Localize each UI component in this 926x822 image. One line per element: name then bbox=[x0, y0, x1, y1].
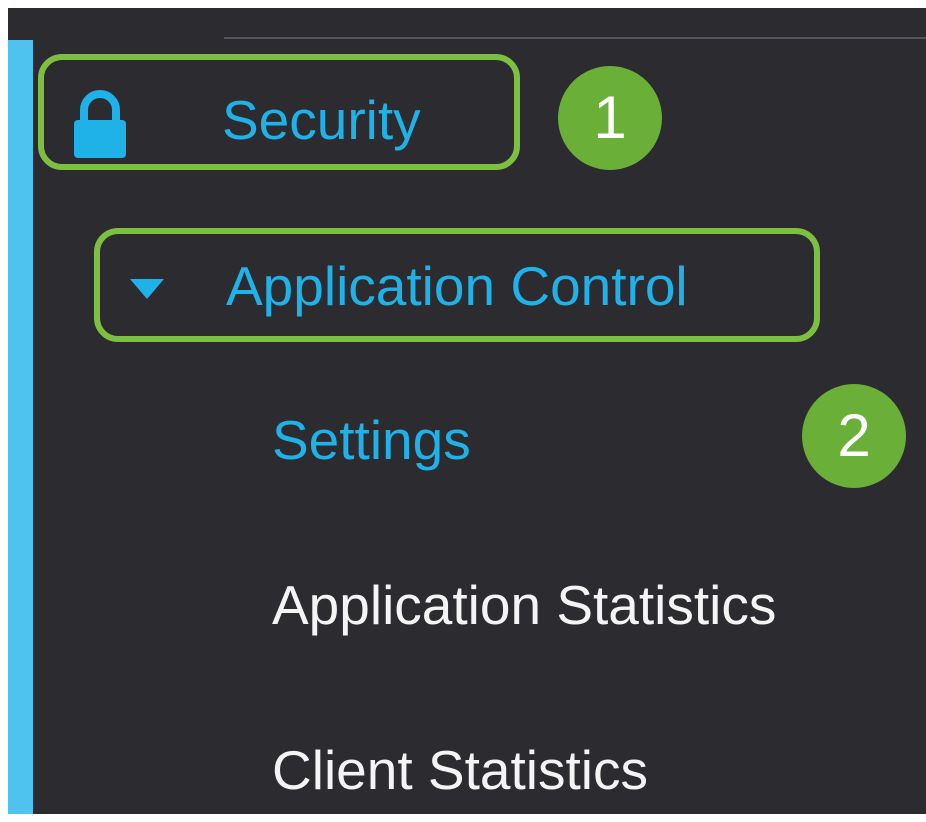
sidebar-accent-bar bbox=[8, 40, 33, 814]
sidebar-item-label: Application Control bbox=[226, 255, 688, 317]
sidebar-panel: Security Application Control Settings Ap… bbox=[8, 8, 926, 814]
submenu-item-client-statistics[interactable]: Client Statistics bbox=[272, 738, 648, 802]
sidebar-item-label: Security bbox=[222, 89, 421, 151]
submenu-item-application-statistics[interactable]: Application Statistics bbox=[272, 573, 776, 637]
divider bbox=[224, 37, 926, 39]
lock-icon bbox=[74, 90, 126, 158]
step-badge-2: 2 bbox=[802, 384, 906, 488]
caret-down-icon bbox=[130, 279, 164, 299]
submenu-item-settings[interactable]: Settings bbox=[272, 408, 471, 472]
step-badge-1: 1 bbox=[558, 66, 662, 170]
